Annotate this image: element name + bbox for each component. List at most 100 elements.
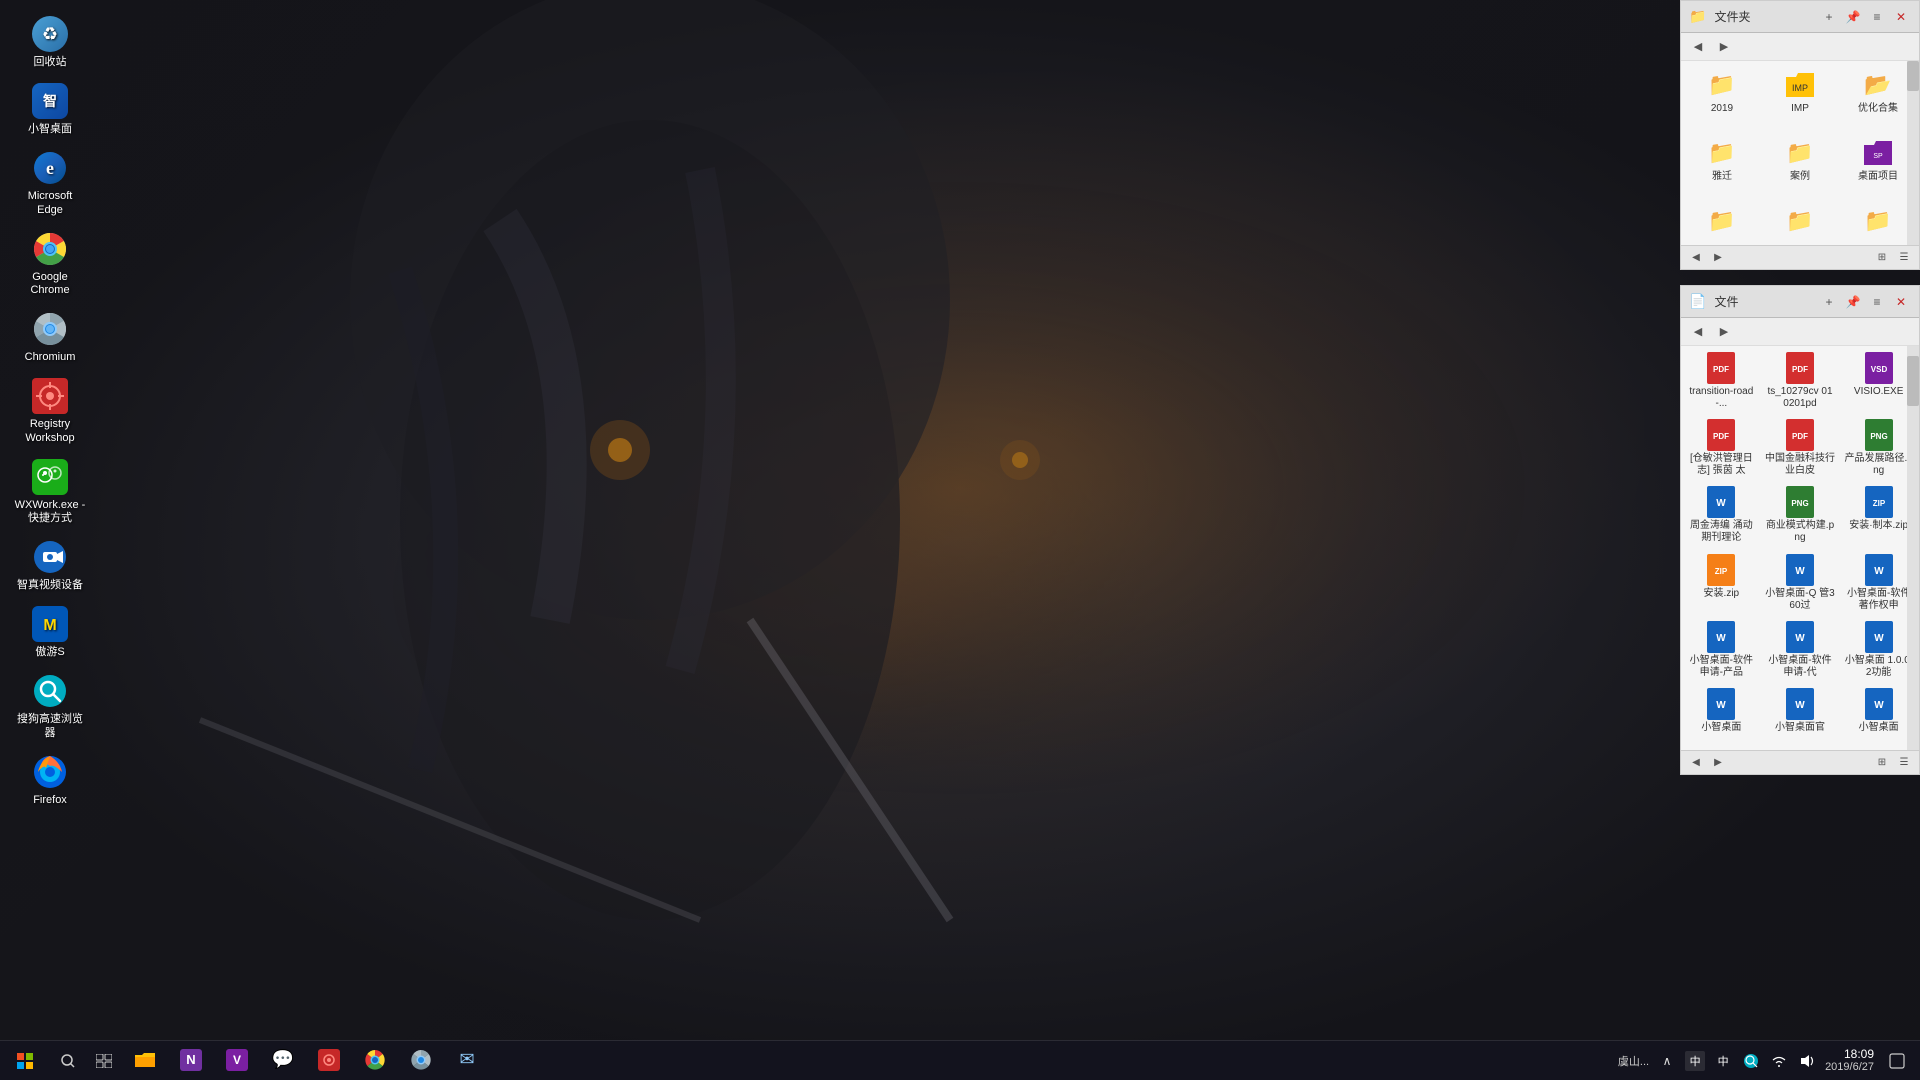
fm-folder-extra3[interactable]: 📁 ... (1841, 201, 1915, 245)
taskbar-app-chat[interactable]: 💬 (260, 1041, 306, 1080)
fm-file-visio[interactable]: VSD VISIO.EXE (1840, 348, 1917, 413)
taskbar-sogou-tray[interactable] (1741, 1051, 1761, 1071)
fm-file-business-model[interactable]: PNG 商业模式构建.png (1762, 482, 1839, 547)
taskbar-volume-icon[interactable] (1797, 1051, 1817, 1071)
fm-file-xz-product[interactable]: W 小智桌面-软件申请-产品 (1683, 617, 1760, 682)
fm-file-xz-desktop[interactable]: W 小智桌面 (1683, 684, 1760, 748)
taskbar-lang-indicator[interactable]: 中 (1713, 1051, 1733, 1071)
fm-file-xz-copy[interactable]: W 小智桌面-软件著作权申 (1840, 550, 1917, 615)
desktop-icon-wxwork[interactable]: WXWork.exe - 快捷方式 (10, 453, 90, 529)
taskbar-app-registry[interactable] (306, 1041, 352, 1080)
start-button[interactable] (0, 1041, 50, 1080)
taskbar-app-chrome[interactable] (352, 1041, 398, 1080)
taskbar-network-icon[interactable] (1769, 1051, 1789, 1071)
taskbar-app-visio[interactable]: V (214, 1041, 260, 1080)
word-guan-label: 小智桌面官 (1775, 722, 1825, 734)
fm-top-status-btn1[interactable]: ◀ (1687, 249, 1705, 267)
taskbar-clock[interactable]: 18:09 2019/6/27 (1825, 1047, 1874, 1075)
fm-bottom-back-btn[interactable]: ◀ (1687, 321, 1709, 343)
fm-top-status-btn2[interactable]: ▶ (1709, 249, 1727, 267)
taskbar-location[interactable]: 虞山... (1618, 1053, 1649, 1069)
fm-file-transition[interactable]: PDF transition-road-... (1683, 348, 1760, 413)
fm-file-product-road[interactable]: PNG 产品发展路径.png (1840, 415, 1917, 480)
desktop-icon-firefox[interactable]: Firefox (10, 748, 90, 811)
fm-file-anzhuang-zip[interactable]: ZIP 安装.zip (1683, 550, 1760, 615)
fm-bottom-scrollbar[interactable] (1907, 346, 1919, 750)
fm-folder-youhua[interactable]: 📂 优化合集 (1841, 65, 1915, 129)
fm-top-forward-btn[interactable]: ▶ (1713, 36, 1735, 58)
registry-icon (30, 376, 70, 416)
fm-folder-2019[interactable]: 📁 2019 (1685, 65, 1759, 129)
systray-expand-btn[interactable]: ∧ (1657, 1051, 1677, 1071)
fm-bottom-add-btn[interactable]: + (1819, 292, 1839, 312)
desktop-icon-recycle-bin[interactable]: ♻ 回收站 (10, 10, 90, 73)
desktop-icon-sogou[interactable]: 搜狗高速浏览器 (10, 667, 90, 743)
taskbar-search-button[interactable] (50, 1041, 86, 1080)
fm-bottom-close-btn[interactable]: ✕ (1891, 292, 1911, 312)
fm-top-back-btn[interactable]: ◀ (1687, 36, 1709, 58)
fm-file-xz-guan[interactable]: W 小智桌面官 (1762, 684, 1839, 748)
taskbar-task-view-button[interactable] (86, 1041, 122, 1080)
taskbar-ime-indicator[interactable]: 中 (1685, 1051, 1705, 1071)
taskbar-app-onenote[interactable]: N (168, 1041, 214, 1080)
desktop-icon-chrome[interactable]: Google Chrome (10, 225, 90, 301)
fm-file-xz-func[interactable]: W 小智桌面 1.0.0.2功能 (1840, 617, 1917, 682)
zhizhen-icon (30, 537, 70, 577)
desktop-icons-container: ♻ 回收站 智 小智桌面 (0, 0, 100, 780)
fm-bottom-view-list[interactable]: ☰ (1895, 754, 1913, 772)
fm-bottom-status-btn2[interactable]: ▶ (1709, 754, 1727, 772)
sogou-label: 搜狗高速浏览器 (14, 713, 86, 739)
taskbar: N V 💬 (0, 1040, 1920, 1080)
svg-text:W: W (1717, 498, 1727, 509)
desktop-icon-maxthon[interactable]: M 傲游S (10, 600, 90, 663)
fm-folder-extra2[interactable]: 📁 ... (1763, 201, 1837, 245)
taskbar-app-chromium[interactable] (398, 1041, 444, 1080)
desktop-icon-edge[interactable]: e Microsoft Edge (10, 144, 90, 220)
fm-file-ts[interactable]: PDF ts_10279cv 010201pd (1762, 348, 1839, 413)
fm-folder-zhuomian[interactable]: SP 桌面项目 (1841, 133, 1915, 197)
svg-text:SP: SP (1873, 153, 1883, 160)
fm-folder-extra1[interactable]: 📁 ... (1685, 201, 1759, 245)
word-product-label: 小智桌面-软件申请-产品 (1686, 655, 1756, 679)
fm-folder-imp[interactable]: IMP IMP (1763, 65, 1837, 129)
fm-top-scrollbar-thumb (1907, 61, 1919, 91)
desktop-icon-chromium[interactable]: Chromium (10, 305, 90, 368)
wxwork-icon (30, 457, 70, 497)
fm-top-pin-btn[interactable]: 📌 (1843, 7, 1863, 27)
fm-file-xz-last[interactable]: W 小智桌面 (1840, 684, 1917, 748)
word-zhoujin-icon: W (1705, 486, 1737, 518)
taskbar-app-explorer[interactable] (122, 1041, 168, 1080)
desktop-icon-registry[interactable]: Registry Workshop (10, 372, 90, 448)
fm-file-china-finance[interactable]: PDF 中国金融科技行业白皮 (1762, 415, 1839, 480)
recycle-bin-label: 回收站 (34, 56, 67, 69)
fm-folder-yaqian[interactable]: 📁 雅迁 (1685, 133, 1759, 197)
fm-top-add-btn[interactable]: + (1819, 7, 1839, 27)
fm-folder-anli[interactable]: 📁 案例 (1763, 133, 1837, 197)
fm-file-install-zip[interactable]: ZIP 安装·制本.zip (1840, 482, 1917, 547)
fm-bottom-menu-btn[interactable]: ≡ (1867, 292, 1887, 312)
fm-file-xz-q360[interactable]: W 小智桌面-Q 管360过 (1762, 550, 1839, 615)
fm-bottom-view-grid[interactable]: ⊞ (1873, 754, 1891, 772)
wxwork-label: WXWork.exe - 快捷方式 (14, 499, 86, 525)
png-road-label: 产品发展路径.png (1844, 453, 1914, 477)
fm-top-menu-btn[interactable]: ≡ (1867, 7, 1887, 27)
taskbar-time: 18:09 (1825, 1047, 1874, 1061)
fm-file-xz-apply[interactable]: W 小智桌面-软件申请-代 (1762, 617, 1839, 682)
fm-bottom-status-btn1[interactable]: ◀ (1687, 754, 1705, 772)
folder-youhua-label: 优化合集 (1858, 103, 1898, 115)
fm-file-zhoujin[interactable]: W 周金涛编 涌动期刊理论 (1683, 482, 1760, 547)
fm-bottom-forward-btn[interactable]: ▶ (1713, 321, 1735, 343)
taskbar-app-mail[interactable]: ✉ (444, 1041, 490, 1080)
desktop-icon-zhizhen[interactable]: 智真视频设备 (10, 533, 90, 596)
desktop-icon-xiaozhi[interactable]: 智 小智桌面 (10, 77, 90, 140)
word-func-icon: W (1863, 621, 1895, 653)
fm-file-cangmin[interactable]: PDF [仓敏洪管理日志] 張茵 太 (1683, 415, 1760, 480)
fm-bottom-pin-btn[interactable]: 📌 (1843, 292, 1863, 312)
fm-top-view-grid[interactable]: ⊞ (1873, 249, 1891, 267)
maxthon-icon: M (30, 604, 70, 644)
fm-top-close-btn[interactable]: ✕ (1891, 7, 1911, 27)
fm-top-scrollbar[interactable] (1907, 61, 1919, 245)
fm-top-view-list[interactable]: ☰ (1895, 249, 1913, 267)
edge-icon: e (30, 148, 70, 188)
taskbar-notification-btn[interactable] (1882, 1041, 1912, 1080)
